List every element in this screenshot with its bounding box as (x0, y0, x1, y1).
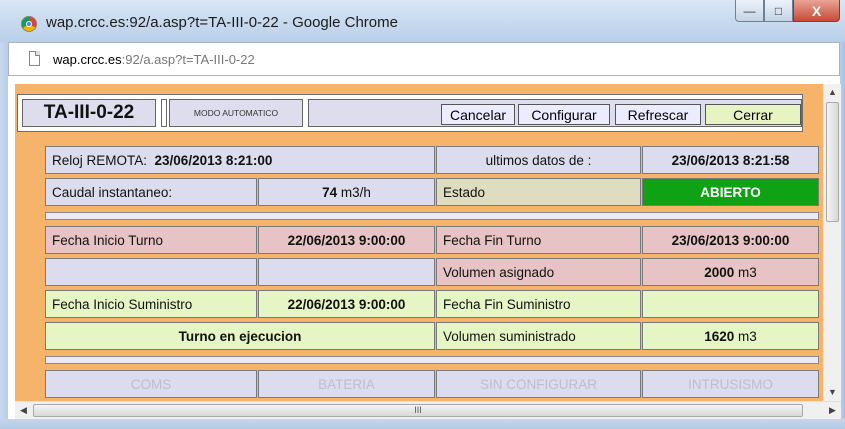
volume-supplied-unit: m3 (738, 328, 757, 344)
window-titlebar: wap.crcc.es:92/a.asp?t=TA-III-0-22 - Goo… (0, 0, 845, 42)
url-text[interactable]: wap.crcc.es:92/a.asp?t=TA-III-0-22 (53, 52, 255, 67)
state-value-badge: ABIERTO (642, 178, 819, 206)
window-frame-bottom (0, 419, 845, 429)
empty-cell (258, 258, 435, 286)
scroll-up-arrow-icon[interactable]: ▲ (824, 84, 841, 101)
flow-value: 74 (322, 184, 338, 200)
section-separator (45, 212, 819, 220)
clock-label: Reloj REMOTA: (52, 152, 148, 168)
minimize-button[interactable]: — (735, 0, 764, 22)
window-frame-left (0, 42, 8, 419)
content-top-gap (8, 76, 840, 84)
volume-supplied-cell: 1620 m3 (642, 322, 819, 350)
content-left-gap (8, 76, 15, 419)
status-sin-configurar: SIN CONFIGURAR (436, 370, 641, 398)
scroll-left-arrow-icon[interactable]: ◀ (15, 402, 32, 419)
horizontal-scrollbar[interactable]: ◀ III ▶ (15, 401, 841, 419)
address-bar[interactable]: wap.crcc.es:92/a.asp?t=TA-III-0-22 (8, 42, 840, 76)
remote-id-title: TA-III-0-22 (22, 99, 156, 127)
status-bateria: BATERIA (258, 370, 435, 398)
mode-indicator: MODO AUTOMATICO (169, 99, 303, 127)
last-data-label: ultimos datos de : (436, 146, 641, 174)
chrome-logo-icon (21, 16, 37, 32)
scroll-down-arrow-icon[interactable]: ▼ (824, 384, 841, 401)
vertical-scroll-thumb[interactable] (826, 102, 839, 222)
turn-start-label: Fecha Inicio Turno (45, 226, 257, 254)
configure-button[interactable]: Configurar (518, 104, 610, 125)
supply-start-label: Fecha Inicio Suministro (45, 290, 257, 318)
turn-start-value: 22/06/2013 9:00:00 (258, 226, 435, 254)
page-icon (29, 51, 40, 66)
horizontal-scroll-thumb[interactable]: III (33, 404, 803, 417)
volume-assigned-label: Volumen asignado (436, 258, 641, 286)
state-label: Estado (436, 178, 641, 206)
remote-header: TA-III-0-22 MODO AUTOMATICO Cancelar Con… (17, 94, 803, 132)
supply-end-label: Fecha Fin Suministro (436, 290, 641, 318)
vertical-scrollbar[interactable]: ▲ ▼ (823, 84, 841, 401)
volume-assigned-value: 2000 (704, 264, 735, 280)
volume-assigned-cell: 2000 m3 (642, 258, 819, 286)
empty-cell (45, 258, 257, 286)
volume-supplied-label: Volumen suministrado (436, 322, 641, 350)
scroll-grip-icon: III (414, 405, 422, 415)
window-controls: — □ X (735, 0, 840, 22)
header-separator (161, 99, 167, 127)
section-separator (45, 356, 819, 364)
action-toolbar: Cancelar Configurar Refrescar Cerrar (308, 99, 802, 127)
turn-status: Turno en ejecucion (45, 322, 435, 350)
maximize-button[interactable]: □ (764, 0, 793, 22)
last-data-value: 23/06/2013 8:21:58 (642, 146, 819, 174)
close-button[interactable]: Cerrar (705, 104, 801, 125)
volume-supplied-value: 1620 (704, 328, 735, 344)
turn-end-label: Fecha Fin Turno (436, 226, 641, 254)
scroll-right-arrow-icon[interactable]: ▶ (824, 402, 841, 419)
supply-start-value: 22/06/2013 9:00:00 (258, 290, 435, 318)
close-window-button[interactable]: X (793, 0, 840, 22)
status-coms: COMS (45, 370, 257, 398)
flow-label: Caudal instantaneo: (45, 178, 257, 206)
cancel-button[interactable]: Cancelar (441, 104, 515, 125)
turn-end-value: 23/06/2013 9:00:00 (642, 226, 819, 254)
status-intrusismo: INTRUSISMO (642, 370, 819, 398)
volume-assigned-unit: m3 (738, 264, 757, 280)
refresh-button[interactable]: Refrescar (615, 104, 701, 125)
clock-cell: Reloj REMOTA: 23/06/2013 8:21:00 (45, 146, 435, 174)
clock-value: 23/06/2013 8:21:00 (154, 152, 273, 168)
flow-cell: 74 m3/h (258, 178, 435, 206)
supply-end-value (642, 290, 819, 318)
window-title: wap.crcc.es:92/a.asp?t=TA-III-0-22 - Goo… (46, 14, 398, 31)
flow-unit: m3/h (340, 184, 371, 200)
